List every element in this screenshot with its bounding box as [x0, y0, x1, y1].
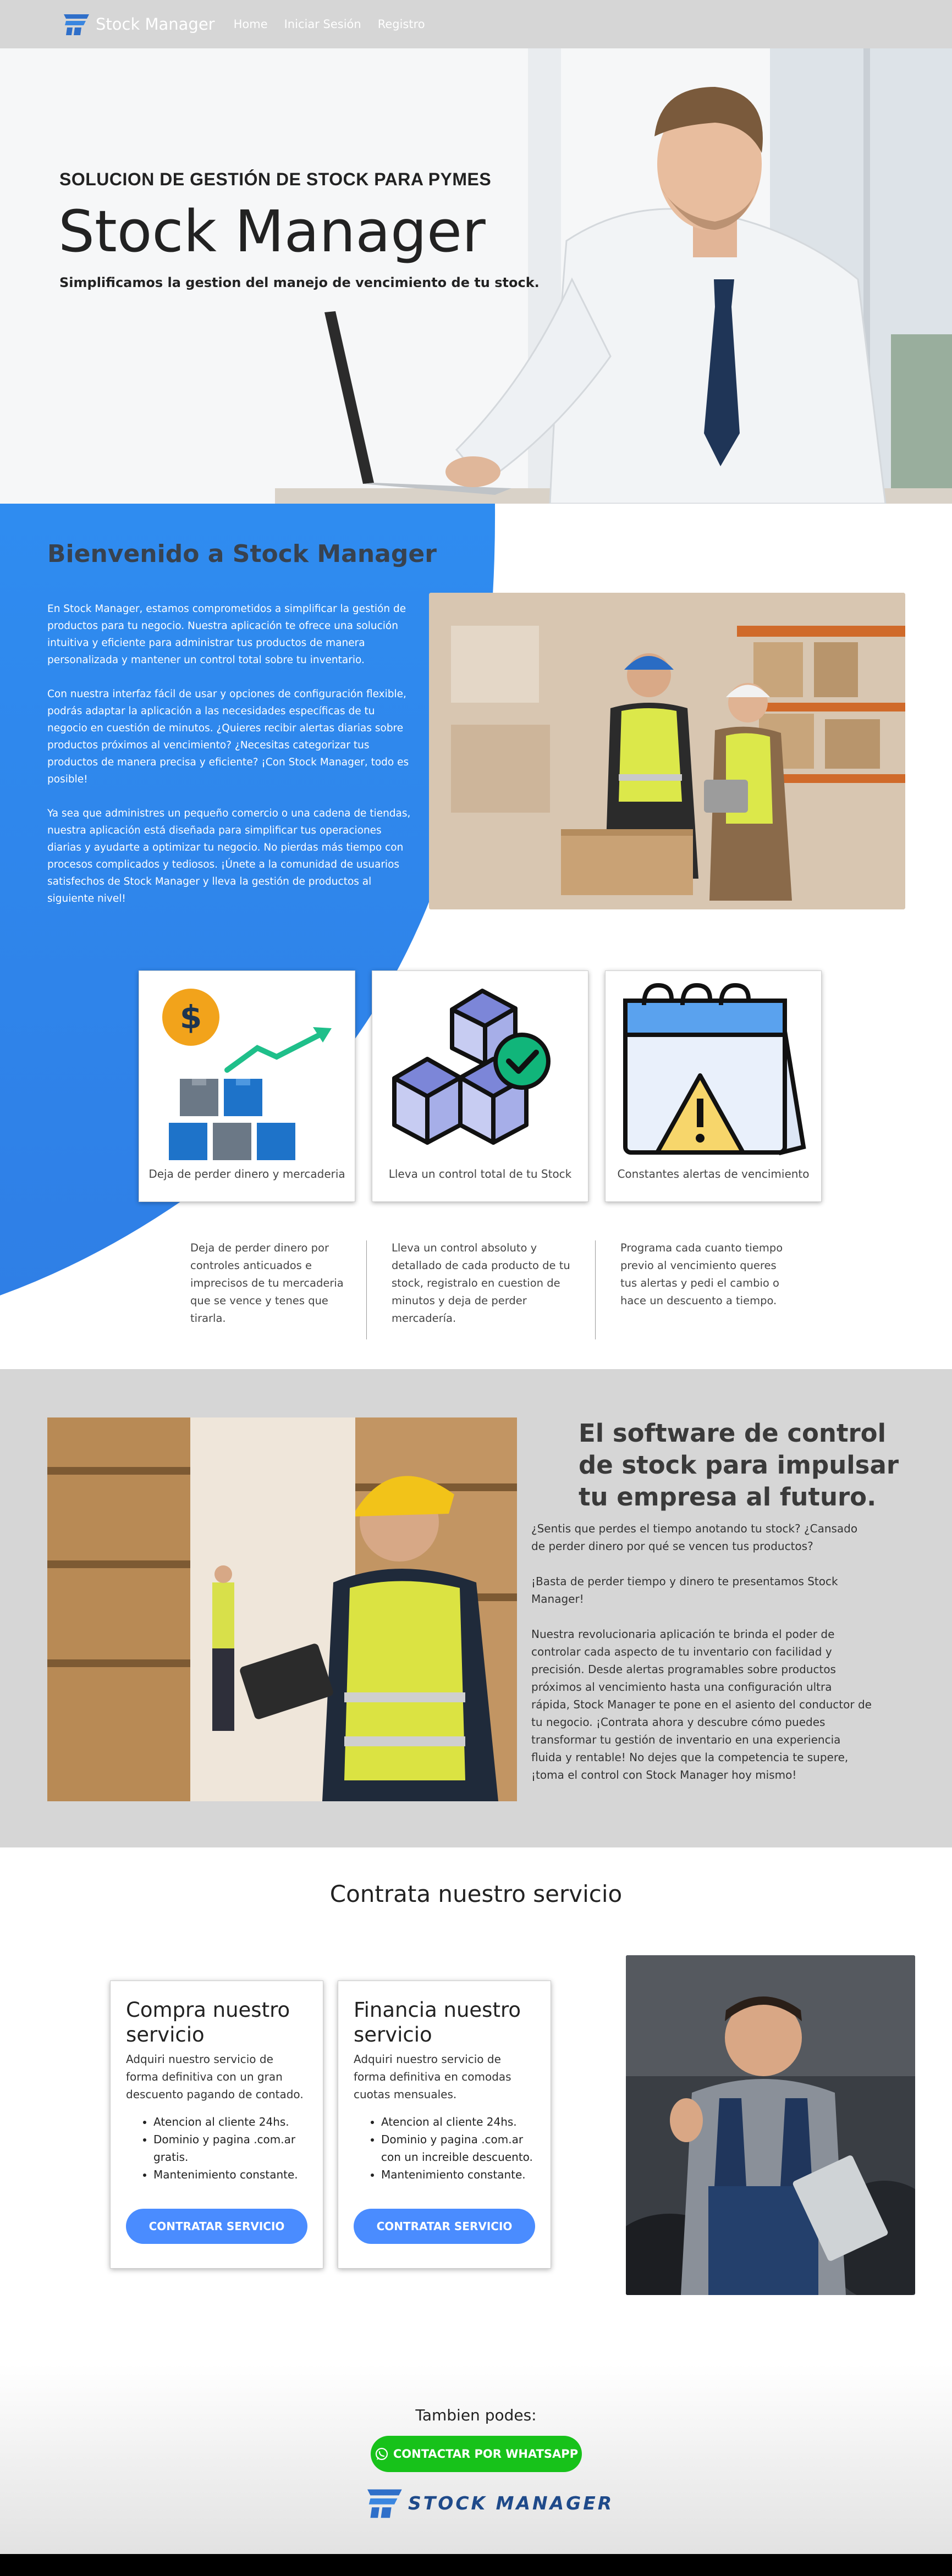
plan-feature: Atencion al cliente 24hs.	[381, 2113, 535, 2131]
feature-card-money-caption: Deja de perder dinero y mercaderia	[148, 1167, 345, 1181]
whatsapp-button-label: CONTACTAR POR WHATSAPP	[393, 2447, 579, 2461]
welcome-title: Bienvenido a Stock Manager	[47, 540, 437, 568]
bottom-bar	[0, 2554, 952, 2576]
feature-card-stock-caption: Lleva un control total de tu Stock	[388, 1167, 572, 1181]
welcome-paragraph-2: Con nuestra interfaz fácil de usar y opc…	[47, 688, 409, 785]
footer: Tambien podes: CONTACTAR POR WHATSAPP ST…	[0, 2364, 952, 2554]
welcome-paragraph-1: En Stock Manager, estamos comprometidos …	[47, 603, 406, 666]
software-paragraph-2: ¡Basta de perder tiempo y dinero te pres…	[531, 1575, 838, 1606]
divider	[595, 1240, 596, 1339]
software-text: ¿Sentis que perdes el tiempo anotando tu…	[531, 1520, 872, 1801]
stock-manager-logo-icon	[64, 14, 89, 35]
whatsapp-contact-button[interactable]: CONTACTAR POR WHATSAPP	[371, 2436, 582, 2472]
service-title: Contrata nuestro servicio	[329, 1880, 623, 1907]
brand[interactable]: Stock Manager	[62, 12, 215, 36]
footer-prompt: Tambien podes:	[415, 2406, 537, 2424]
svg-text:$: $	[180, 999, 202, 1036]
feature-description-stock: Lleva un control absoluto y detallado de…	[392, 1242, 570, 1325]
plan-title: Financia nuestro servicio	[354, 1998, 521, 2047]
welcome-text: En Stock Manager, estamos comprometidos …	[47, 600, 414, 924]
feature-card-alert: Constantes alertas de vencimiento	[605, 970, 822, 1202]
plan-features: Atencion al cliente 24hs. Dominio y pagi…	[126, 2113, 307, 2183]
nav-links: Home Iniciar Sesión Registro	[234, 18, 425, 31]
footer-logo-text: STOCK MANAGER	[408, 2492, 614, 2514]
feature-description-money: Deja de perder dinero por controles anti…	[190, 1242, 344, 1325]
footer-logo: STOCK MANAGER	[364, 2486, 614, 2519]
welcome-paragraph-3: Ya sea que administres un pequeño comerc…	[47, 808, 411, 904]
plan-description: Adquiri nuestro servicio de forma defini…	[354, 2053, 511, 2101]
welcome-section: Bienvenido a Stock Manager En Stock Mana…	[0, 504, 952, 1369]
warehouse-worker-tablet-image	[47, 1417, 517, 1801]
warehouse-workers-image	[429, 593, 905, 909]
nav-link-register[interactable]: Registro	[378, 18, 425, 31]
plan-description: Adquiri nuestro servicio de forma defini…	[126, 2053, 304, 2101]
hero-subtitle: Simplificamos la gestion del manejo de v…	[59, 275, 540, 290]
plan-feature: Atencion al cliente 24hs.	[153, 2113, 307, 2131]
divider	[366, 1240, 367, 1339]
plan-feature: Mantenimiento constante.	[381, 2166, 535, 2183]
software-paragraph-1: ¿Sentis que perdes el tiempo anotando tu…	[531, 1522, 858, 1553]
plan-title: Compra nuestro servicio	[126, 1998, 290, 2047]
plan-feature: Dominio y pagina .com.ar gratis.	[153, 2131, 307, 2166]
plan-feature: Dominio y pagina .com.ar con un increibl…	[381, 2131, 535, 2166]
plan-card-finance: Financia nuestro servicio Adquiri nuestr…	[338, 1981, 551, 2269]
whatsapp-icon	[375, 2447, 388, 2461]
mechanic-thumbs-up-image	[626, 1955, 915, 2295]
brand-name: Stock Manager	[96, 15, 215, 34]
feature-card-stock: Lleva un control total de tu Stock	[372, 970, 588, 1202]
software-title: El software de control de stock para imp…	[579, 1419, 899, 1512]
software-section: El software de control de stock para imp…	[0, 1369, 952, 1847]
hero-title: Stock Manager	[58, 198, 486, 265]
service-section: Contrata nuestro servicio Compra nuestro…	[0, 1847, 952, 2364]
plan-feature: Mantenimiento constante.	[153, 2166, 307, 2183]
nav-link-home[interactable]: Home	[234, 18, 268, 31]
top-navbar: Stock Manager Home Iniciar Sesión Regist…	[0, 0, 952, 48]
plan-card-buy: Compra nuestro servicio Adquiri nuestro …	[110, 1981, 323, 2269]
contract-service-button[interactable]: CONTRATAR SERVICIO	[354, 2209, 535, 2244]
stock-manager-logo-icon	[367, 2489, 402, 2518]
nav-link-login[interactable]: Iniciar Sesión	[284, 18, 361, 31]
feature-card-alert-caption: Constantes alertas de vencimiento	[617, 1167, 810, 1181]
feature-description-alert: Programa cada cuanto tiempo previo al ve…	[620, 1242, 783, 1307]
feature-cards: $ Deja de perder dinero y mercaderia Lle…	[139, 970, 822, 1202]
hero-section: SOLUCION DE GESTIÓN DE STOCK PARA PYMES …	[0, 48, 952, 504]
plan-features: Atencion al cliente 24hs. Dominio y pagi…	[354, 2113, 535, 2183]
feature-card-money: $ Deja de perder dinero y mercaderia	[139, 970, 355, 1202]
software-paragraph-3: Nuestra revolucionaria aplicación te bri…	[531, 1628, 872, 1781]
hero-kicker: SOLUCION DE GESTIÓN DE STOCK PARA PYMES	[59, 169, 492, 189]
contract-service-button[interactable]: CONTRATAR SERVICIO	[126, 2209, 307, 2244]
